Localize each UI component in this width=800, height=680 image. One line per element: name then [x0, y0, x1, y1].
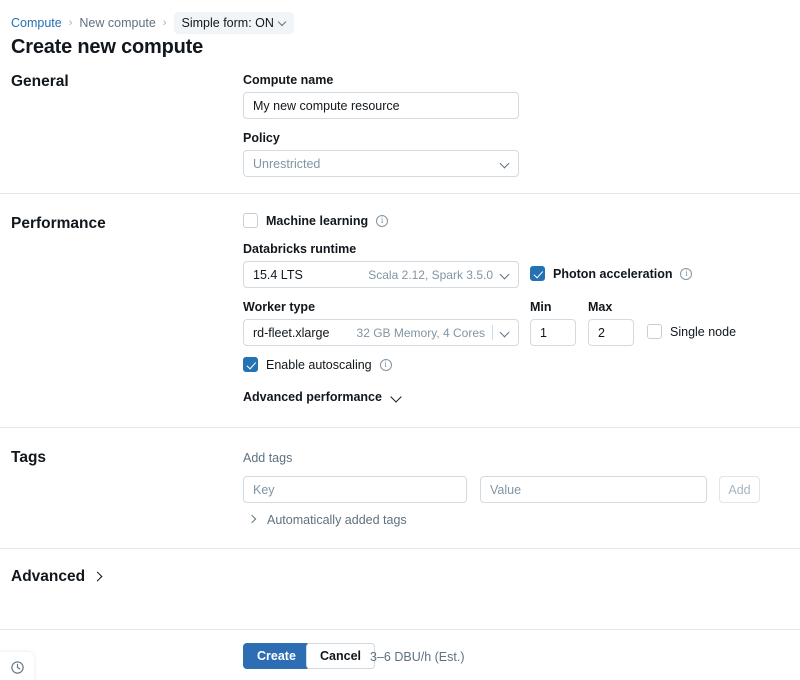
policy-group: Policy Unrestricted [243, 131, 519, 177]
databricks-runtime-group: Databricks runtime 15.4 LTS Scala 2.12, … [243, 242, 519, 288]
databricks-runtime-select[interactable]: 15.4 LTS Scala 2.12, Spark 3.5.0 [243, 261, 519, 288]
photon-acceleration-checkbox[interactable] [530, 266, 545, 281]
breadcrumb: Compute › New compute › Simple form: ON [11, 12, 294, 34]
worker-type-value: rd-fleet.xlarge [253, 326, 329, 340]
photon-acceleration-label[interactable]: Photon acceleration [553, 267, 672, 281]
section-divider-general [0, 193, 800, 194]
section-title-general: General [11, 73, 69, 91]
enable-autoscaling-checkbox[interactable] [243, 357, 258, 372]
min-workers-input[interactable]: 1 [530, 319, 576, 346]
compute-name-input[interactable]: My new compute resource [243, 92, 519, 119]
tag-value-input[interactable]: Value [480, 476, 707, 503]
advanced-section-toggle[interactable]: Advanced [11, 568, 105, 586]
chevron-down-icon [391, 392, 402, 403]
section-title-performance: Performance [11, 215, 106, 233]
single-node-checkbox[interactable] [647, 324, 662, 339]
add-tags-label: Add tags [243, 451, 292, 465]
databricks-runtime-value: 15.4 LTS [253, 268, 303, 282]
single-node-label[interactable]: Single node [670, 325, 736, 339]
section-title-tags: Tags [11, 449, 46, 467]
history-clock-button[interactable] [0, 652, 34, 680]
add-tag-button[interactable]: Add [719, 476, 760, 503]
advanced-section-label: Advanced [11, 568, 85, 586]
policy-label: Policy [243, 131, 519, 145]
breadcrumb-separator-icon-2: › [163, 15, 167, 31]
chevron-right-icon [94, 572, 105, 583]
create-compute-page: Compute › New compute › Simple form: ON … [0, 0, 800, 680]
section-divider-tags [0, 548, 800, 549]
breadcrumb-separator-icon: › [69, 15, 73, 31]
breadcrumb-current-new-compute[interactable]: New compute [79, 15, 155, 31]
breadcrumb-link-compute[interactable]: Compute [11, 15, 62, 31]
worker-type-group: Worker type rd-fleet.xlarge 32 GB Memory… [243, 300, 519, 346]
worker-type-label: Worker type [243, 300, 519, 314]
databricks-runtime-label: Databricks runtime [243, 242, 519, 256]
clock-icon [10, 660, 25, 675]
select-divider [492, 325, 493, 340]
info-icon[interactable] [680, 268, 692, 280]
info-icon[interactable] [380, 359, 392, 371]
max-workers-group: Max 2 [588, 300, 634, 346]
min-workers-label: Min [530, 300, 576, 314]
chevron-down-icon [500, 159, 510, 169]
automatically-added-tags-toggle[interactable]: Automatically added tags [249, 513, 407, 527]
dbu-estimate: 3–6 DBU/h (Est.) [370, 650, 464, 664]
policy-select[interactable]: Unrestricted [243, 150, 519, 177]
chevron-right-icon [249, 515, 260, 526]
advanced-performance-toggle[interactable]: Advanced performance [243, 390, 402, 404]
simple-form-toggle-label: Simple form: ON [182, 15, 274, 31]
single-node-row: Single node [647, 324, 736, 339]
worker-type-detail: 32 GB Memory, 4 Cores [329, 326, 492, 340]
advanced-performance-label: Advanced performance [243, 390, 382, 404]
enable-autoscaling-row: Enable autoscaling [243, 357, 392, 372]
min-workers-group: Min 1 [530, 300, 576, 346]
photon-acceleration-row: Photon acceleration [530, 266, 692, 281]
section-divider-performance [0, 427, 800, 428]
machine-learning-label[interactable]: Machine learning [266, 214, 368, 228]
chevron-down-icon [500, 270, 510, 280]
page-title: Create new compute [11, 36, 203, 59]
machine-learning-row: Machine learning [243, 213, 388, 228]
simple-form-toggle[interactable]: Simple form: ON [174, 12, 294, 34]
automatically-added-tags-label: Automatically added tags [267, 513, 407, 527]
footer-divider [0, 629, 800, 630]
policy-select-value: Unrestricted [253, 157, 500, 171]
max-workers-label: Max [588, 300, 634, 314]
max-workers-input[interactable]: 2 [588, 319, 634, 346]
enable-autoscaling-label[interactable]: Enable autoscaling [266, 358, 372, 372]
worker-type-select[interactable]: rd-fleet.xlarge 32 GB Memory, 4 Cores [243, 319, 519, 346]
databricks-runtime-detail: Scala 2.12, Spark 3.5.0 [303, 268, 500, 282]
chevron-down-icon [279, 19, 287, 27]
compute-name-label: Compute name [243, 73, 519, 87]
tag-key-input[interactable]: Key [243, 476, 467, 503]
cancel-button[interactable]: Cancel [306, 643, 375, 669]
compute-name-group: Compute name My new compute resource [243, 73, 519, 119]
create-button[interactable]: Create [243, 643, 310, 669]
machine-learning-checkbox[interactable] [243, 213, 258, 228]
chevron-down-icon [500, 328, 510, 338]
info-icon[interactable] [376, 215, 388, 227]
